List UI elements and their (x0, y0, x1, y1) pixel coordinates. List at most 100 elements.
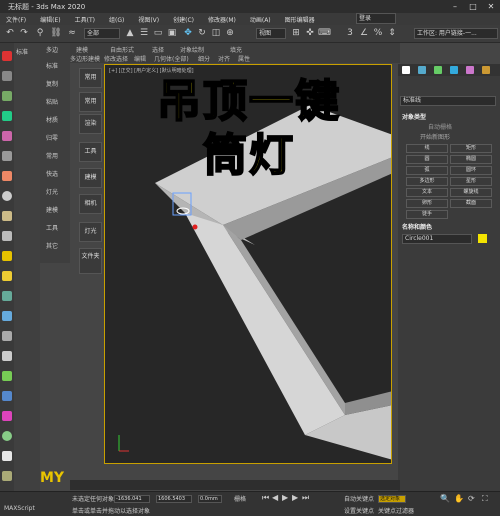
create-tab-icon[interactable] (402, 66, 410, 74)
ribbon-tab-freeform[interactable]: 自由形式 (110, 45, 134, 54)
link-icon[interactable]: ⚲ (34, 27, 46, 39)
side-item-other[interactable]: 其它 (46, 241, 58, 250)
percent-snap-icon[interactable]: % (372, 27, 384, 39)
light-icon[interactable] (2, 251, 12, 261)
menu-tools[interactable]: 工具(T) (75, 15, 95, 24)
freehand-button[interactable]: 徒手 (406, 210, 448, 219)
reference-coord-dropdown[interactable]: 视图 (256, 28, 286, 39)
sphere-icon[interactable] (2, 191, 12, 201)
side-item-standard[interactable]: 标准 (46, 61, 58, 70)
ellipse-button[interactable]: 椭圆 (450, 155, 492, 164)
cmd-common-button[interactable]: 常用 (79, 68, 102, 88)
side-item-tools[interactable]: 工具 (46, 223, 58, 232)
menu-animation[interactable]: 动画(A) (250, 15, 271, 24)
rectangle-button[interactable]: 矩形 (450, 144, 492, 153)
menu-graph-editors[interactable]: 图形编辑器 (285, 15, 315, 24)
zoom-icon[interactable]: 🔍 (440, 494, 450, 503)
workspace-dropdown[interactable]: 工作区: 用户链接-一... (414, 28, 498, 39)
close-icon[interactable]: ✕ (482, 0, 500, 13)
menu-file[interactable]: 文件(F) (6, 15, 26, 24)
unlink-icon[interactable]: ⛓ (50, 27, 62, 39)
side-item-modeling[interactable]: 建模 (46, 205, 58, 214)
go-end-icon[interactable]: ⏭ (302, 493, 309, 503)
time-slider[interactable] (70, 480, 400, 490)
side-item-zero[interactable]: 归零 (46, 133, 58, 142)
set-key-button[interactable]: 设置关键点 (344, 506, 374, 515)
cmd-folder-button[interactable]: 文件夹 (79, 248, 102, 274)
ribbon-tab-modeling[interactable]: 建模 (76, 45, 88, 54)
undo-icon[interactable]: ↶ (4, 27, 16, 39)
egg-button[interactable]: 卵形 (406, 199, 448, 208)
door-icon[interactable] (2, 311, 12, 321)
redo-icon[interactable]: ↷ (18, 27, 30, 39)
menu-modifiers[interactable]: 修改器(M) (208, 15, 236, 24)
ribbon-tab-populate[interactable]: 填充 (230, 45, 242, 54)
select-icon[interactable]: ▲ (124, 27, 136, 39)
line-button[interactable]: 线 (406, 144, 448, 153)
orbit-icon[interactable]: ⟳ (468, 494, 475, 503)
go-start-icon[interactable]: ⏮ (262, 493, 269, 503)
manipulate-icon[interactable]: ✜ (304, 27, 316, 39)
cmd-light-button[interactable]: 灯光 (79, 222, 102, 242)
cmd-render-button[interactable]: 渲染 (79, 114, 102, 134)
selection-filter-dropdown[interactable]: 全部 (84, 28, 120, 39)
section-button[interactable]: 截面 (450, 199, 492, 208)
shape-icon[interactable] (2, 171, 12, 181)
ribbon-subdivision[interactable]: 细分 (198, 54, 210, 63)
side-item-quickselect[interactable]: 快选 (46, 169, 58, 178)
side-item-paste[interactable]: 粘贴 (46, 97, 58, 106)
maxscript-listener[interactable]: MAXScript (4, 505, 35, 512)
hierarchy-tab-icon[interactable] (434, 66, 442, 74)
auto-key-button[interactable]: 自动关键点 (344, 494, 374, 503)
region-icon[interactable]: ▭ (152, 27, 164, 39)
systems-icon[interactable] (2, 471, 12, 481)
play-icon[interactable]: ▶ (282, 493, 288, 502)
cone-icon[interactable] (2, 231, 12, 241)
minimize-icon[interactable]: – (446, 0, 464, 13)
helix-button[interactable]: 螺旋线 (450, 188, 492, 197)
side-tab-standard[interactable]: 标准 (16, 47, 28, 56)
create-icon[interactable] (2, 51, 12, 61)
text-button[interactable]: 文本 (406, 188, 448, 197)
snap-icon[interactable]: 3 (344, 27, 356, 39)
x-coord-field[interactable]: -1636.041 (114, 495, 150, 503)
ribbon-tab-object-paint[interactable]: 对象绘制 (180, 45, 204, 54)
motion-tab-icon[interactable] (450, 66, 458, 74)
menu-edit[interactable]: 编辑(E) (40, 15, 60, 24)
rotate-icon[interactable]: ↻ (196, 27, 208, 39)
ribbon-edit[interactable]: 编辑 (134, 54, 146, 63)
next-frame-icon[interactable]: ▶ (292, 493, 298, 502)
side-item-common[interactable]: 常用 (46, 151, 58, 160)
donut-button[interactable]: 圆环 (450, 166, 492, 175)
object-type-heading[interactable]: 对象类型 (402, 112, 426, 121)
auto-grid-checkbox[interactable]: 自动栅格 (428, 122, 452, 131)
bind-icon[interactable]: ≈ (66, 27, 78, 39)
pan-icon[interactable]: ✋ (454, 494, 464, 503)
star-button[interactable]: 星形 (450, 177, 492, 186)
y-coord-field[interactable]: 1606.5403 (156, 495, 192, 503)
window-icon[interactable] (2, 331, 12, 341)
display-tab-icon[interactable] (466, 66, 474, 74)
cylinder-icon[interactable] (2, 211, 12, 221)
stairs-icon[interactable] (2, 291, 12, 301)
cmd-modeling-button[interactable]: 建模 (79, 168, 102, 188)
side-item-copy[interactable]: 复制 (46, 79, 58, 88)
pivot-icon[interactable]: ⊞ (290, 27, 302, 39)
arc-button[interactable]: 弧 (406, 166, 448, 175)
space-warp-icon[interactable] (2, 451, 12, 461)
motion-icon[interactable] (2, 111, 12, 121)
hierarchy-icon[interactable] (2, 91, 12, 101)
display-icon[interactable] (2, 131, 12, 141)
maximize-icon[interactable]: □ (464, 0, 482, 13)
move-icon[interactable]: ✥ (182, 27, 194, 39)
ribbon-properties[interactable]: 属性 (238, 54, 250, 63)
spinner-snap-icon[interactable]: ⇕ (386, 27, 398, 39)
utilities-icon[interactable] (2, 151, 12, 161)
ribbon-align[interactable]: 对齐 (218, 54, 230, 63)
ribbon-modify-selection[interactable]: 修改选择 (104, 54, 128, 63)
circle-button[interactable]: 圆 (406, 155, 448, 164)
placement-icon[interactable]: ⊕ (224, 27, 236, 39)
cmd-common-2-button[interactable]: 常用 (79, 92, 102, 112)
cmd-camera-button[interactable]: 相机 (79, 194, 102, 214)
object-name-field[interactable]: Circle001 (402, 234, 472, 244)
